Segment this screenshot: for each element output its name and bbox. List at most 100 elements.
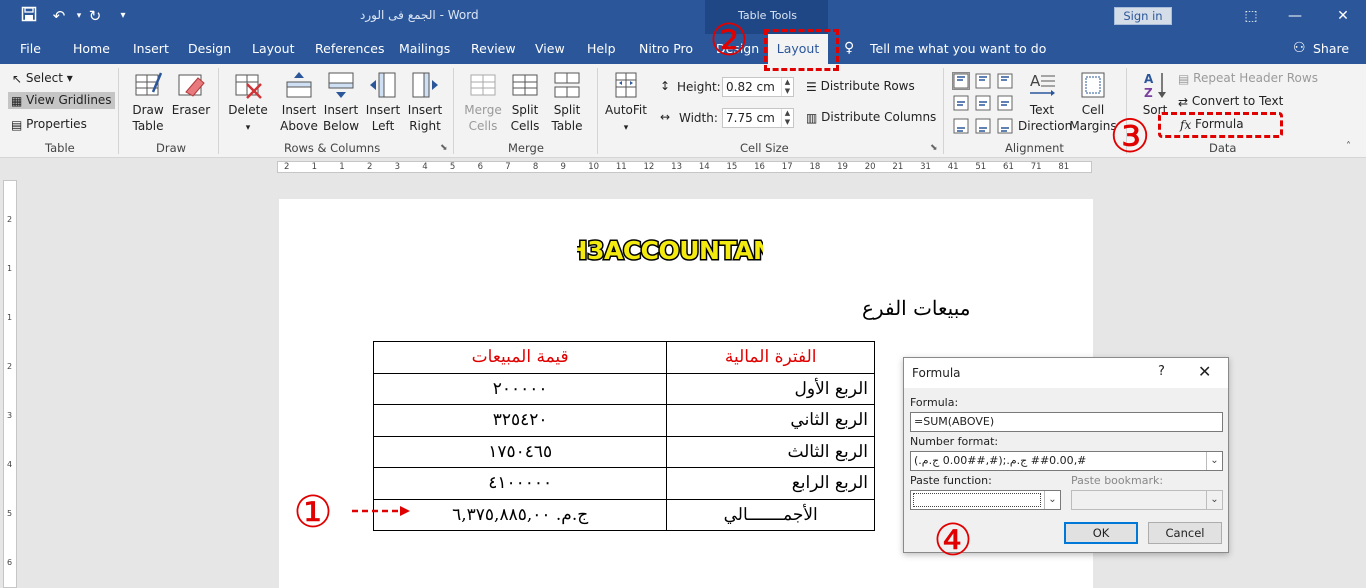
help-icon[interactable]: ? [1158,364,1165,379]
ruler-tick: 21 [892,162,904,172]
ruler-tick: 2 [366,162,373,172]
table-cell-value[interactable]: ٤١٠٠٠٠٠ [372,467,668,500]
customize-toolbar-icon[interactable]: ▾ [112,6,134,26]
distribute-rows-button[interactable]: ☰ Distribute Rows [806,79,915,94]
align-bottom-center-icon[interactable] [974,117,992,135]
tab-home[interactable]: Home [73,41,110,56]
tab-insert[interactable]: Insert [133,41,169,56]
total-value-cell[interactable]: ج.م. ٦,٣٧٥,٨٨٥,٠٠ [372,498,668,531]
paste-function-select[interactable]: ⌄ [910,490,1061,510]
sign-in-button[interactable]: Sign in [1114,7,1172,25]
align-top-right-icon[interactable] [996,72,1014,90]
insert-left-button[interactable]: Insert Left [361,70,405,134]
svg-text:Z: Z [1144,86,1153,100]
chevron-down-icon[interactable]: ⌄ [1206,452,1222,470]
ruler-tick: 1 [311,162,318,172]
tab-design[interactable]: Design [188,41,231,56]
share-button[interactable]: Share [1313,41,1349,56]
header-cell-sales-value[interactable]: قيمة المبيعات [372,341,668,374]
align-top-left-icon[interactable] [952,72,970,90]
total-label-cell[interactable]: الأجمـــــــالي [666,498,875,531]
ruler-tick: 2 [7,362,13,371]
sales-table[interactable]: قيمة المبيعات الفترة المالية ٢٠٠٠٠٠ الرب… [372,341,875,531]
svg-text:A: A [1030,72,1041,90]
undo-icon[interactable]: ↶ [48,6,70,26]
save-icon[interactable] [18,6,40,26]
split-table-button[interactable]: Split Table [545,70,589,134]
tab-mailings[interactable]: Mailings [399,41,450,56]
column-width-icon: ↔ [660,110,671,124]
height-input[interactable]: 0.82 cm ▲ ▼ [722,77,794,97]
tab-review[interactable]: Review [471,41,516,56]
table-cell-period[interactable]: الربع الأول [666,372,875,405]
close-icon[interactable]: ✕ [1198,362,1211,381]
tab-view[interactable]: View [535,41,565,56]
align-middle-left-icon[interactable] [952,94,970,112]
cancel-button[interactable]: Cancel [1148,522,1222,544]
delete-button[interactable]: Delete ▾ [226,70,270,136]
table-header-row: قيمة المبيعات الفترة المالية [372,341,875,374]
convert-to-text-button[interactable]: ⇄ Convert to Text [1178,94,1283,109]
tell-me-search[interactable]: Tell me what you want to do [870,41,1046,56]
table-cell-value[interactable]: ٣٢٥٤٢٠ [372,404,668,437]
text-direction-button[interactable]: A Text Direction [1018,70,1072,134]
convert-to-text-icon: ⇄ [1178,94,1189,109]
header-cell-period[interactable]: الفترة المالية [666,341,875,374]
insert-below-button[interactable]: Insert Below [319,70,363,134]
chevron-down-icon[interactable]: ⌄ [1206,491,1222,509]
redo-icon[interactable]: ↻ [84,6,106,26]
number-format-select[interactable]: #,##0.00 ج.م.;(#,##0.00 ج.م.) ⌄ [910,451,1223,471]
cursor-icon: ↖ [12,71,23,86]
table-cell-value[interactable]: ٢٠٠٠٠٠ [372,372,668,405]
rows-columns-launcher-icon[interactable]: ⬊ [440,143,448,153]
chevron-down-icon[interactable]: ⌄ [1044,491,1060,509]
table-cell-value[interactable]: ١٧٥٠٤٦٥ [372,435,668,468]
table-cell-period[interactable]: الربع الثالث [666,435,875,468]
eraser-button[interactable]: Eraser [170,70,212,118]
tab-help[interactable]: Help [587,41,616,56]
distribute-columns-button[interactable]: ▥ Distribute Columns [806,110,936,125]
tab-layout[interactable]: Layout [252,41,295,56]
split-cells-button[interactable]: Split Cells [503,70,547,134]
align-bottom-left-icon[interactable] [952,117,970,135]
delete-table-icon [235,74,262,99]
insert-above-button[interactable]: Insert Above [277,70,321,134]
ruler-tick: 16 [754,162,765,172]
cell-size-launcher-icon[interactable]: ⬊ [930,143,938,153]
properties-button[interactable]: ▤ Properties [11,117,87,132]
ok-button[interactable]: OK [1064,522,1138,544]
collapse-ribbon-icon[interactable]: ˄ [1346,141,1351,152]
table-cell-period[interactable]: الربع الرابع [666,467,875,500]
paste-bookmark-select[interactable]: ⌄ [1071,490,1223,510]
align-middle-right-icon[interactable] [996,94,1014,112]
number-format-label: Number format: [910,435,999,448]
insert-right-button[interactable]: Insert Right [403,70,447,134]
vertical-ruler[interactable]: 2 1 1 2 3 4 5 6 [3,180,17,588]
merge-cells-button[interactable]: Merge Cells [461,70,505,134]
close-window-icon[interactable]: ✕ [1330,5,1356,27]
svg-text:TH3ACCOUNTANT: TH3ACCOUNTANT [577,236,763,265]
insert-left-icon [370,72,396,98]
width-input[interactable]: 7.75 cm ▲ ▼ [722,108,794,128]
align-top-center-icon[interactable] [974,72,992,90]
formula-input[interactable]: =SUM(ABOVE) [910,412,1223,432]
align-bottom-right-icon[interactable] [996,117,1014,135]
tab-nitro-pro[interactable]: Nitro Pro [639,41,693,56]
align-middle-center-icon[interactable] [974,94,992,112]
draw-table-button[interactable]: Draw Table [126,70,170,134]
highlight-formula-button [1158,112,1283,138]
table-cell-period[interactable]: الربع الثاني [666,404,875,437]
select-button[interactable]: ↖ Select ▾ [12,71,73,86]
repeat-header-rows-button[interactable]: ▤ Repeat Header Rows [1178,71,1318,86]
horizontal-ruler[interactable]: 2 1 1 2 3 4 5 6 7 8 9 10 11 12 13 14 15 16 17 18 19 20 21 31 41 5… [277,161,1092,173]
ruler-tick: 8 [532,162,539,172]
height-spinner-icon[interactable]: ▲ ▼ [781,78,793,96]
ruler-tick: 2 [284,162,290,172]
tab-references[interactable]: References [315,41,384,56]
width-spinner-icon[interactable]: ▲ ▼ [781,109,793,127]
autofit-button[interactable]: AutoFit ▾ [604,70,648,136]
tab-file[interactable]: File [20,41,41,56]
view-gridlines-button[interactable]: ▦ View Gridlines [8,92,115,109]
ribbon-display-options-icon[interactable]: ⬚ [1238,5,1264,27]
lightbulb-icon: ♀ [844,40,855,56]
